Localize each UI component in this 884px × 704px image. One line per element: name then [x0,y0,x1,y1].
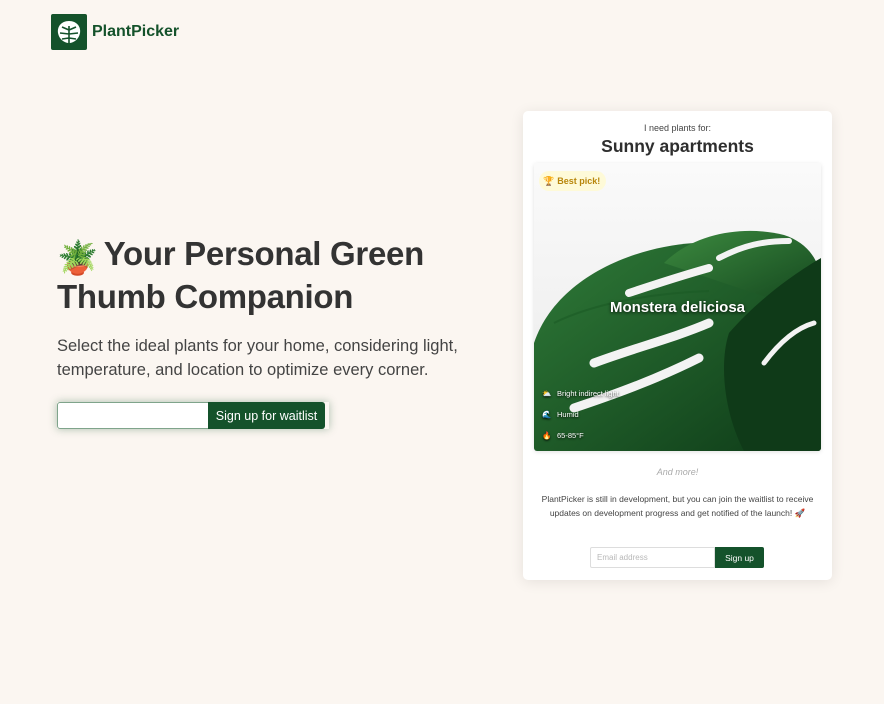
trophy-icon: 🏆 [543,175,555,186]
potted-plant-icon: 🪴 [57,239,98,276]
monstera-leaf-icon [51,14,87,50]
wave-icon: 🌊 [542,409,552,419]
use-case-title: Sunny apartments [601,136,754,156]
hero-section: 🪴 Your Personal Green Thumb Companion Sel… [57,234,477,429]
hero-title: 🪴 Your Personal Green Thumb Companion [57,234,477,316]
email-field[interactable] [590,547,715,568]
condition-light: ⛅ Bright indirect light [540,386,619,400]
waitlist-signup-button[interactable]: Sign up for waitlist [208,402,325,429]
condition-label: Humid [557,409,579,419]
signup-button[interactable]: Sign up [715,547,764,568]
plant-image: 🏆 Best pick! Monstera deliciosa ⛅ Bright… [534,163,821,451]
development-note: PlantPicker is still in development, but… [541,494,814,518]
best-pick-label: Best pick! [557,176,601,186]
waitlist-form: Sign up for waitlist [57,402,329,429]
hero-title-text: Your Personal Green Thumb Companion [57,235,424,315]
and-more-text: And more! [656,467,699,477]
brand-name: PlantPicker [92,23,180,40]
sun-behind-cloud-icon: ⛅ [542,388,552,398]
waitlist-email-input[interactable] [57,402,208,429]
condition-humidity: 🌊 Humid [540,407,579,421]
brand-logo[interactable]: PlantPicker [51,14,179,50]
condition-temperature: 🔥 65-85°F [540,428,584,442]
plant-demo-card: I need plants for: Sunny apartments 🏆 Be… [523,111,832,580]
condition-label: Bright indirect light [557,388,619,398]
fire-icon: 🔥 [542,430,552,440]
hero-subtitle: Select the ideal plants for your home, c… [57,337,458,379]
card-waitlist-form: Sign up [590,547,764,568]
card-intro: I need plants for: [643,123,712,133]
plant-name: Monstera deliciosa [609,299,746,316]
best-pick-badge: 🏆 Best pick! [539,171,607,191]
condition-label: 65-85°F [557,430,584,440]
